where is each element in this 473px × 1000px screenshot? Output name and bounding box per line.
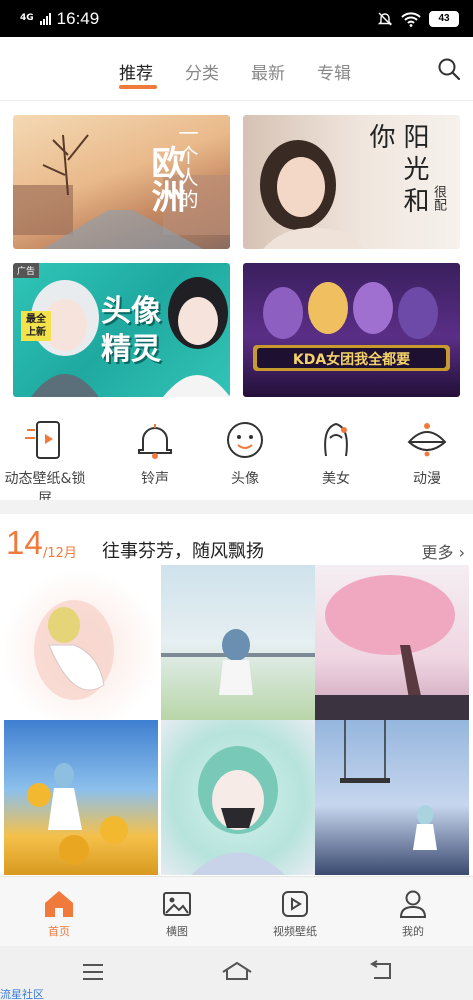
phone-play-icon (25, 421, 60, 459)
wifi-icon (401, 11, 421, 27)
girl-head-icon (324, 422, 348, 457)
section-divider (0, 500, 473, 514)
category-anime-label: 动漫 (413, 471, 441, 487)
wallpaper-thumbnail[interactable] (161, 720, 315, 875)
mute-icon (377, 12, 393, 25)
category-ringtone-label: 铃声 (141, 471, 169, 487)
home-icon (45, 891, 73, 917)
wallpaper-art (315, 575, 469, 720)
system-nav-bar (0, 946, 473, 1000)
tab-album[interactable]: 专辑 (317, 59, 351, 84)
wallpaper-thumbnail[interactable] (4, 720, 158, 875)
section-title: 往事芬芳，随风飘扬 (102, 541, 264, 562)
nav-landscape-label: 横图 (166, 925, 188, 938)
back-icon[interactable] (368, 960, 394, 982)
wallpaper-art (27, 763, 128, 865)
category-beauty-label: 美女 (322, 471, 350, 487)
ad-tag: 广告 (13, 263, 40, 278)
wallpaper-art (340, 720, 437, 850)
tab-latest[interactable]: 最新 (251, 59, 285, 84)
video-play-icon (282, 891, 308, 917)
wallpaper-thumbnail[interactable] (315, 565, 469, 720)
smiley-icon (227, 422, 263, 458)
banner-sunshine-title: 阳光和你 (365, 123, 429, 219)
wallpaper-art (191, 746, 285, 875)
clock: 16:49 (56, 8, 100, 28)
search-icon[interactable] (437, 57, 461, 81)
wallpaper-art (161, 629, 315, 695)
wallpaper-thumbnail[interactable] (4, 565, 158, 720)
category-avatar-label: 头像 (231, 471, 259, 487)
image-icon (163, 892, 191, 916)
bell-icon (138, 424, 172, 459)
nav-video-wallpaper-label: 视频壁纸 (273, 925, 317, 938)
section-date-day: 14 (6, 524, 43, 561)
nav-home-label: 首页 (48, 925, 70, 938)
nav-profile[interactable]: 我的 (368, 889, 458, 939)
anime-mask-icon (407, 423, 447, 457)
wallpaper-thumbnail[interactable] (161, 565, 315, 720)
home-system-icon[interactable] (221, 960, 253, 982)
banner-kda-art (253, 282, 450, 371)
tab-recommend[interactable]: 推荐 (119, 59, 153, 84)
bottom-nav: 首页 横图 视频壁纸 我的 (0, 876, 473, 946)
nav-landscape[interactable]: 横图 (132, 889, 222, 939)
wallpaper-thumbnail[interactable] (315, 720, 469, 875)
network-indicator: 4G (20, 13, 34, 23)
banner-kda[interactable]: KDA女团我全都要 (243, 263, 460, 397)
nav-video-wallpaper[interactable]: 视频壁纸 (250, 889, 340, 939)
signal-icon (39, 12, 51, 25)
nav-home[interactable]: 首页 (14, 889, 104, 939)
more-link[interactable]: 更多 › (422, 539, 466, 563)
menu-icon[interactable] (81, 962, 105, 982)
banner-sunshine-subtitle: 很配 (431, 185, 446, 211)
banner-avatar-sprite-ad[interactable]: 广告 最全上新 头像精灵 (13, 263, 230, 397)
chevron-right-icon: › (453, 543, 465, 562)
status-bar: 4G 16:49 43 (0, 0, 473, 37)
banner-kda-title: KDA女团我全都要 (292, 352, 411, 368)
active-tab-indicator (119, 85, 157, 89)
banner-sunshine[interactable]: 阳光和你 很配 (243, 115, 460, 249)
nav-profile-label: 我的 (402, 925, 424, 938)
ad-badge: 最全上新 (21, 311, 51, 341)
category-ringtone[interactable]: 铃声 (110, 418, 200, 488)
more-link-label: 更多 (421, 543, 454, 562)
banner-europe[interactable]: 一个人的 欧洲 (13, 115, 230, 249)
battery-indicator: 43 (429, 10, 459, 27)
top-nav: 推荐 分类 最新 专辑 (0, 37, 473, 101)
banner-avatar-sprite-title: 头像精灵 (101, 294, 161, 367)
category-anime[interactable]: 动漫 (382, 418, 472, 488)
wallpaper-art (34, 600, 114, 700)
category-avatar[interactable]: 头像 (200, 418, 290, 488)
watermark: 流星社区 (0, 988, 44, 1000)
category-live-wallpaper[interactable]: 动态壁纸&锁屏 (0, 418, 90, 508)
category-beauty[interactable]: 美女 (291, 418, 381, 488)
tab-category[interactable]: 分类 (185, 59, 219, 84)
banner-europe-subtitle: 欧洲 (145, 145, 185, 213)
user-icon (399, 890, 427, 918)
section-date-month: /12月 (43, 546, 77, 561)
